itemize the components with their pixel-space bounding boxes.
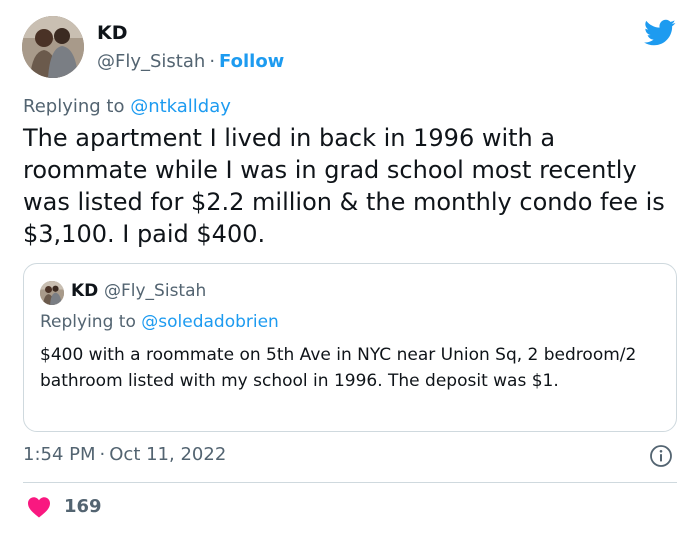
quoted-tweet[interactable]: KD @Fly_Sistah Replying to @soledadobrie…	[23, 263, 677, 432]
follow-button[interactable]: Follow	[219, 51, 284, 72]
quoted-author-name[interactable]: KD	[71, 281, 98, 301]
replying-prefix: Replying to	[23, 96, 131, 117]
quoted-tweet-text: $400 with a roommate on 5th Ave in NYC n…	[40, 345, 637, 391]
info-icon[interactable]	[649, 444, 673, 468]
author-handle[interactable]: @Fly_Sistah	[97, 51, 205, 72]
divider	[23, 482, 677, 483]
quoted-replying-to: Replying to @soledadobrien	[40, 312, 279, 332]
quoted-author-handle[interactable]: @Fly_Sistah	[104, 281, 206, 301]
tweet-text: The apartment I lived in back in 1996 wi…	[23, 124, 665, 248]
like-count: 169	[64, 496, 102, 517]
separator-dot: ·	[209, 51, 216, 72]
timestamp-separator: ·	[99, 444, 106, 465]
author-avatar[interactable]	[22, 16, 84, 78]
author-name[interactable]: KD	[97, 22, 128, 44]
author-handle-line: @Fly_Sistah · Follow	[97, 51, 284, 72]
heart-icon[interactable]	[27, 496, 51, 518]
quoted-reply-mention-link[interactable]: @soledadobrien	[141, 312, 279, 332]
timestamp-date: Oct 11, 2022	[109, 444, 227, 465]
quoted-author-avatar[interactable]	[40, 281, 64, 305]
twitter-bird-icon[interactable]	[644, 19, 676, 47]
reply-mention-link[interactable]: @ntkallday	[130, 96, 231, 117]
replying-to: Replying to @ntkallday	[23, 96, 231, 117]
tweet-card: KD @Fly_Sistah · Follow Replying to @ntkal…	[0, 0, 700, 535]
quoted-replying-prefix: Replying to	[40, 312, 142, 332]
tweet-timestamp[interactable]: 1:54 PM · Oct 11, 2022	[23, 444, 226, 465]
timestamp-time: 1:54 PM	[23, 444, 96, 465]
